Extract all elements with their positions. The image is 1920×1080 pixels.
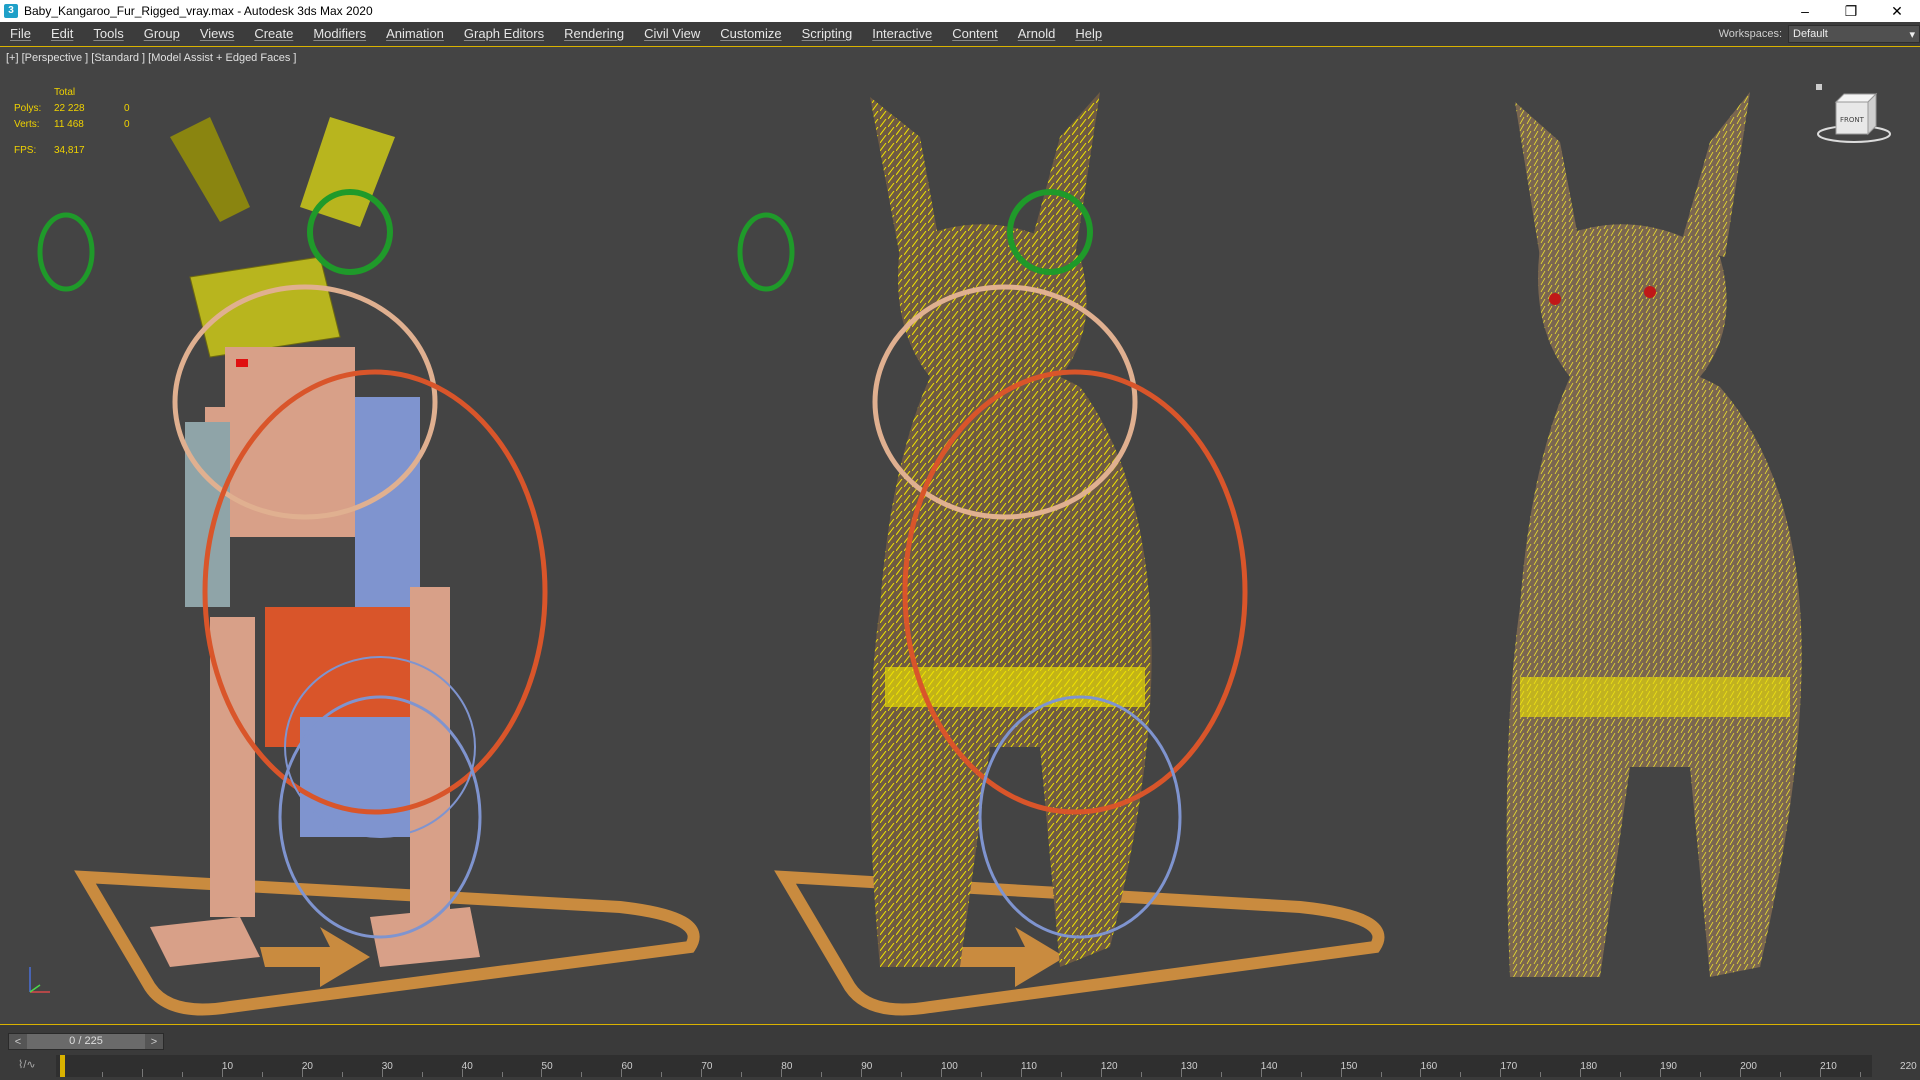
menu-arnold[interactable]: Arnold: [1008, 22, 1066, 46]
timeline-tick: [181, 1072, 183, 1077]
timeline-tick: [1140, 1072, 1142, 1077]
timeline-tick: [1380, 1072, 1382, 1077]
frame-label: 20: [301, 1061, 313, 1072]
current-frame-marker[interactable]: [60, 1055, 65, 1077]
menu-views[interactable]: Views: [190, 22, 244, 46]
frame-label: 130: [1180, 1061, 1198, 1072]
menu-modifiers[interactable]: Modifiers: [303, 22, 376, 46]
timeline-tick: [421, 1072, 423, 1077]
frame-label: 60: [621, 1061, 633, 1072]
timeline-tick: [341, 1072, 343, 1077]
frame-label: 40: [461, 1061, 473, 1072]
timeline-tick: [901, 1072, 903, 1077]
kangaroo-fur-right[interactable]: [1506, 92, 1802, 978]
menu-scripting[interactable]: Scripting: [792, 22, 863, 46]
timeline-tick: [1460, 1072, 1462, 1077]
viewcube-label: FRONT: [1840, 116, 1865, 124]
menu-animation[interactable]: Animation: [376, 22, 454, 46]
timeline-tick: [141, 1069, 143, 1077]
timeline-tick: [980, 1072, 982, 1077]
timeline-tick: [261, 1072, 263, 1077]
frame-label: 30: [381, 1061, 393, 1072]
perspective-viewport[interactable]: [+] [Perspective ] [Standard ] [Model As…: [0, 46, 1920, 1025]
frame-label: 220: [1900, 1061, 1917, 1072]
frame-label: 210: [1820, 1061, 1837, 1072]
frame-label: 10: [221, 1061, 234, 1072]
menu-interactive[interactable]: Interactive: [862, 22, 942, 46]
menu-content[interactable]: Content: [942, 22, 1008, 46]
home-icon: [1816, 84, 1822, 90]
timeline-tick: [661, 1072, 663, 1077]
chevron-down-icon: ▾: [1909, 28, 1915, 41]
timeline-tick: [1540, 1072, 1542, 1077]
timeline-tick: [1780, 1072, 1782, 1077]
menu-customize[interactable]: Customize: [710, 22, 791, 46]
frame-label: 200: [1740, 1061, 1757, 1072]
track-bar[interactable]: [56, 1055, 1872, 1077]
frame-label: 110: [1021, 1061, 1037, 1072]
frame-label: 80: [781, 1061, 793, 1072]
minimize-button[interactable]: –: [1782, 0, 1828, 22]
timeline-tick: [1700, 1072, 1702, 1077]
menu-tools[interactable]: Tools: [83, 22, 133, 46]
curve-editor-icon[interactable]: ⌇/∿: [18, 1058, 36, 1071]
time-slider-value: 0 / 225: [27, 1034, 145, 1049]
frame-label: 100: [941, 1061, 958, 1072]
window-title: Baby_Kangaroo_Fur_Rigged_vray.max - Auto…: [24, 4, 373, 18]
timeline-tick: [1060, 1072, 1062, 1077]
frame-label: 90: [861, 1061, 873, 1072]
menu-edit[interactable]: Edit: [41, 22, 83, 46]
frame-label: 70: [701, 1061, 713, 1072]
frame-label: 190: [1660, 1061, 1677, 1072]
scene-render: [29, 92, 1802, 1016]
workspace-value: Default: [1793, 28, 1828, 40]
menu-file[interactable]: File: [0, 22, 41, 46]
frame-label: 140: [1260, 1061, 1278, 1072]
timeline-tick: [1860, 1072, 1861, 1077]
menu-rendering[interactable]: Rendering: [554, 22, 634, 46]
next-frame-button[interactable]: >: [145, 1036, 163, 1048]
axis-gizmo-icon: [29, 967, 50, 993]
workspace-dropdown[interactable]: Default ▾: [1788, 25, 1920, 43]
restore-button[interactable]: ❐: [1828, 0, 1874, 22]
menu-help[interactable]: Help: [1065, 22, 1112, 46]
frame-label: 50: [541, 1061, 553, 1072]
frame-label: 150: [1340, 1061, 1358, 1072]
menu-create[interactable]: Create: [244, 22, 303, 46]
timeline-tick: [101, 1072, 103, 1077]
prev-frame-button[interactable]: <: [9, 1036, 27, 1048]
time-slider[interactable]: < 0 / 225 >: [8, 1033, 164, 1050]
menu-bar: File Edit Tools Group Views Create Modif…: [0, 22, 1920, 47]
menu-group[interactable]: Group: [134, 22, 190, 46]
timeline-tick: [1220, 1072, 1222, 1077]
menu-graph-editors[interactable]: Graph Editors: [454, 22, 554, 46]
frame-label: 120: [1100, 1061, 1118, 1072]
workspace-label: Workspaces:: [1718, 28, 1782, 40]
frame-label: 170: [1500, 1061, 1518, 1072]
app-icon: 3: [4, 4, 18, 18]
menu-civil-view[interactable]: Civil View: [634, 22, 710, 46]
timeline-tick: [1300, 1072, 1302, 1077]
timeline-tick: [821, 1072, 823, 1077]
viewcube[interactable]: FRONT: [1814, 82, 1894, 155]
frame-label: 180: [1580, 1061, 1598, 1072]
close-button[interactable]: ✕: [1874, 0, 1920, 22]
timeline-panel: < 0 / 225 > ⌇/∿ 10 20 30 40 50 60 70 80 90 100 110…: [0, 1025, 1920, 1080]
window-controls: – ❐ ✕: [1782, 0, 1920, 22]
timeline-tick: [581, 1072, 583, 1077]
title-bar: 3 Baby_Kangaroo_Fur_Rigged_vray.max - Au…: [0, 0, 1920, 22]
timeline-tick: [741, 1072, 743, 1077]
timeline-tick: [501, 1072, 503, 1077]
frame-label: 160: [1420, 1061, 1438, 1072]
timeline-tick: [1620, 1072, 1622, 1077]
workspace-selector: Workspaces: Default ▾: [1719, 22, 1920, 46]
